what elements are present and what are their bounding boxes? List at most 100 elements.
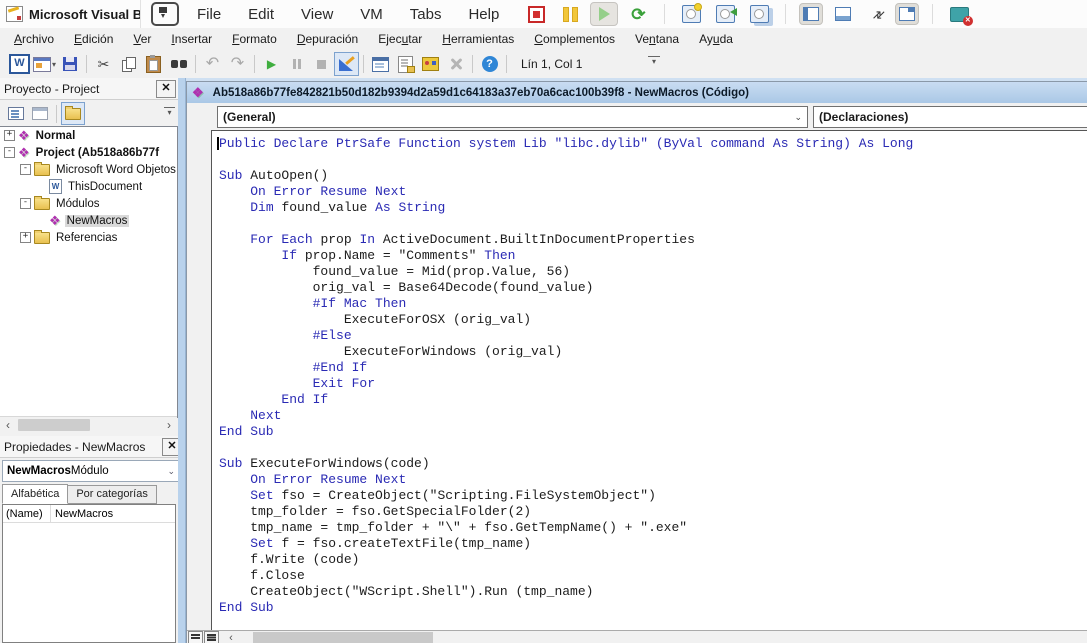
collapse-icon[interactable]: - [20, 198, 31, 209]
find-button[interactable] [166, 52, 191, 76]
code-line: ExecuteForWindows (orig_val) [219, 344, 1087, 360]
toggle-sidebar-button[interactable] [799, 3, 823, 25]
procedure-view-button[interactable] [188, 631, 203, 643]
code-hscrollbar-track[interactable] [239, 631, 1087, 643]
scroll-right-icon[interactable]: › [161, 418, 177, 433]
tab-alfabe-tica[interactable]: Alfabética [2, 484, 68, 504]
scrollbar-thumb[interactable] [18, 419, 90, 431]
toolbox-button[interactable] [443, 52, 468, 76]
break-button[interactable] [284, 52, 309, 76]
menu-edicion[interactable]: Edición [64, 32, 123, 46]
project-tree-hscrollbar[interactable]: ‹ › [0, 416, 177, 434]
vm-capture-input-icon[interactable] [151, 2, 179, 26]
reset-macro-button[interactable] [309, 52, 334, 76]
property-row[interactable]: (Name)NewMacros [3, 505, 175, 523]
scrollbar-track[interactable] [16, 417, 161, 434]
menu-ayuda[interactable]: Ayuda [689, 32, 743, 46]
expand-icon[interactable]: + [4, 130, 15, 141]
vm-menu-tabs[interactable]: Tabs [410, 6, 442, 23]
collapse-icon[interactable]: - [20, 164, 31, 175]
scroll-left-icon[interactable]: ‹ [0, 418, 16, 433]
code-line: On Error Resume Next [219, 472, 1087, 488]
vm-menu-vm[interactable]: VM [360, 6, 383, 23]
code-area[interactable]: Public Declare PtrSafe Function system L… [212, 131, 1087, 616]
menu-ventana[interactable]: Ventana [625, 32, 689, 46]
vm-power-off-button[interactable] [522, 2, 550, 26]
separator [56, 105, 57, 123]
vm-menu-file[interactable]: File [197, 6, 221, 23]
close-project-panel-button[interactable]: ✕ [156, 80, 176, 98]
fullscreen-button[interactable]: ↗↙ [863, 3, 887, 25]
vm-revert-snapshot-button[interactable] [711, 2, 739, 26]
scroll-left-icon[interactable]: ‹ [223, 632, 239, 643]
view-object-button[interactable] [28, 102, 52, 125]
vm-menu-help[interactable]: Help [468, 6, 499, 23]
menu-ver[interactable]: Ver [123, 32, 161, 46]
floating-window-button[interactable] [895, 3, 919, 25]
code-hscrollbar-thumb[interactable] [253, 632, 433, 643]
toolbar-overflow-icon[interactable]: ▾ [648, 56, 660, 66]
menu-insertar[interactable]: Insertar [161, 32, 222, 46]
view-word-button[interactable]: W [7, 52, 32, 76]
properties-window-button[interactable] [393, 52, 418, 76]
sidebar-panel-icon [803, 7, 819, 21]
menu-complementos[interactable]: Complementos [524, 32, 625, 46]
expand-icon[interactable]: + [20, 232, 31, 243]
object-combo[interactable]: (General) ⌄ [217, 106, 808, 128]
insert-object-button[interactable]: ▾ [32, 52, 57, 76]
menu-herramientas[interactable]: Herramientas [432, 32, 524, 46]
redo-button[interactable]: ↷ [225, 52, 250, 76]
view-code-button[interactable] [4, 102, 28, 125]
code-pane[interactable]: Public Declare PtrSafe Function system L… [211, 130, 1087, 631]
vm-pause-button[interactable] [556, 2, 584, 26]
menu-archivo[interactable]: Archivo [4, 32, 64, 46]
vm-play-button[interactable] [590, 2, 618, 26]
properties-object-selector[interactable]: NewMacros Módulo ⌄ [2, 460, 180, 482]
menu-formato[interactable]: Formato [222, 32, 287, 46]
undo-button[interactable]: ↶ [200, 52, 225, 76]
tree-item-normal[interactable]: +❖Normal [0, 127, 177, 144]
code-window-titlebar[interactable]: ❖ Ab518a86b77fe842821b50d182b9394d2a59d1… [187, 82, 1087, 103]
menu-depuracion[interactable]: Depuración [287, 32, 368, 46]
code-window-title: Ab518a86b77fe842821b50d182b9394d2a59d1c6… [213, 87, 749, 99]
run-button[interactable]: ▶ [259, 52, 284, 76]
object-browser-button[interactable] [418, 52, 443, 76]
toggle-bottombar-button[interactable] [831, 3, 855, 25]
paste-button[interactable] [141, 52, 166, 76]
code-line: tmp_name = tmp_folder + "\" + fso.GetTem… [219, 520, 1087, 536]
vm-manage-snapshots-button[interactable] [745, 2, 773, 26]
project-explorer-button[interactable] [368, 52, 393, 76]
vm-take-snapshot-button[interactable] [677, 2, 705, 26]
vm-menu-edit[interactable]: Edit [248, 6, 274, 23]
panel-overflow-icon[interactable]: ▾ [164, 107, 175, 117]
tree-item-label: Normal [34, 130, 78, 142]
vm-reset-button[interactable]: ⟳ [624, 2, 652, 26]
copy-button[interactable] [116, 52, 141, 76]
toggle-folders-button[interactable] [61, 102, 85, 125]
tab-por-categori-as[interactable]: Por categorías [67, 485, 157, 504]
help-button[interactable]: ? [477, 52, 502, 76]
vm-disconnect-display-button[interactable] [945, 2, 973, 26]
save-button[interactable] [57, 52, 82, 76]
tree-item-newmacros[interactable]: ❖NewMacros [0, 212, 177, 229]
vm-menubar: File Edit View VM Tabs Help ⟳ ↗↙ [140, 0, 1087, 28]
save-icon [63, 57, 77, 71]
tree-item-thisdocument[interactable]: WThisDocument [0, 178, 177, 195]
insert-userform-icon [33, 57, 51, 72]
properties-window-icon [398, 56, 413, 73]
vm-menu-view[interactable]: View [301, 6, 333, 23]
tree-item-referencias[interactable]: +Referencias [0, 229, 177, 246]
full-module-view-button[interactable] [204, 631, 219, 643]
module-icon: ❖ [192, 86, 204, 99]
tree-item-mo-dulos[interactable]: -Módulos [0, 195, 177, 212]
property-value[interactable]: NewMacros [51, 508, 113, 520]
design-mode-button[interactable] [334, 52, 359, 76]
procedure-combo[interactable]: (Declaraciones) [813, 106, 1087, 128]
folder-icon [34, 232, 50, 244]
tree-item-microsoft-word-objetos[interactable]: -Microsoft Word Objetos [0, 161, 177, 178]
menu-ejecutar[interactable]: Ejecutar [368, 32, 432, 46]
collapse-icon[interactable]: - [4, 147, 15, 158]
tree-item-project-ab518a86b77f[interactable]: -❖Project (Ab518a86b77f [0, 144, 177, 161]
cut-button[interactable]: ✂ [91, 52, 116, 76]
folder-icon [34, 198, 50, 210]
